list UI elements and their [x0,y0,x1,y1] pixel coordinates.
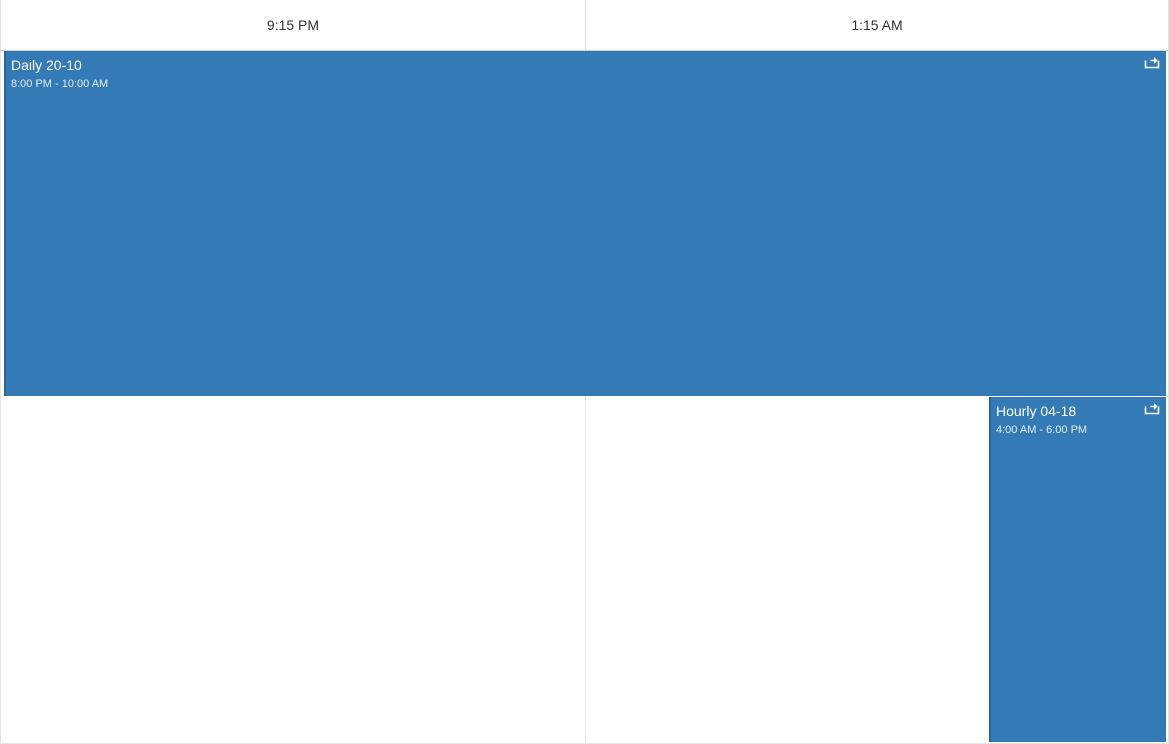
grid-divider [0,51,1,743]
timeline-body[interactable]: Daily 20-10 8:00 PM - 10:00 AM Hourly 04… [0,51,1169,744]
time-header-row: 9:15 PM 1:15 AM [0,0,1169,51]
recurring-event-icon[interactable] [1144,402,1160,415]
event-hourly-04-18[interactable]: Hourly 04-18 4:00 AM - 6:00 PM [989,397,1166,742]
event-title: Hourly 04-18 [996,403,1077,419]
time-header-cell: 1:15 AM [586,0,1169,50]
time-header-cell: 9:15 PM [0,0,586,50]
event-daily-20-10[interactable]: Daily 20-10 8:00 PM - 10:00 AM [4,51,1166,396]
event-title: Daily 20-10 [11,57,82,73]
time-slot-label: 1:15 AM [851,17,903,33]
time-slot-label: 9:15 PM [266,17,320,33]
recurring-event-icon[interactable] [1144,56,1160,69]
event-time: 4:00 AM - 6:00 PM [996,424,1088,436]
scheduler-timeline: 9:15 PM 1:15 AM Daily 20-10 8:00 PM - 10… [0,0,1169,744]
event-time: 8:00 PM - 10:00 AM [11,78,109,90]
